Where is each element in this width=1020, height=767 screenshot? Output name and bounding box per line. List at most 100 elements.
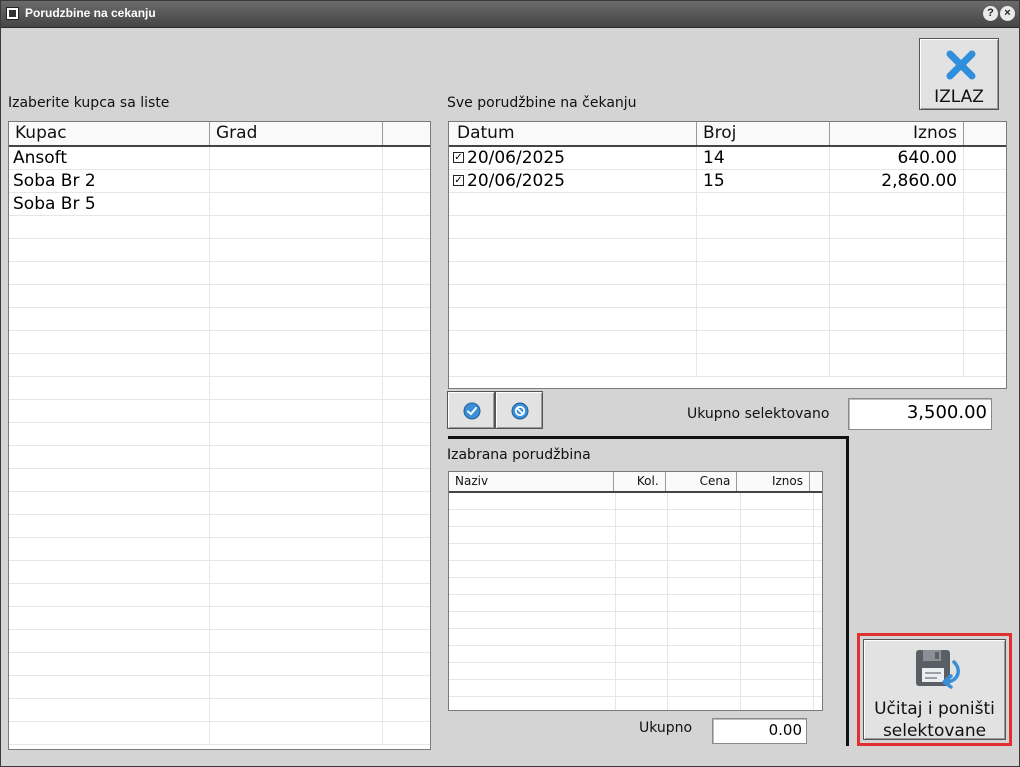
load-and-cancel-button[interactable]: Učitaj i poništi selektovane [863, 639, 1006, 742]
empty-cell [814, 561, 822, 577]
empty-cell [210, 308, 383, 330]
table-row[interactable]: ✓ 20/06/2025 14 640.00 [449, 147, 1006, 170]
table-row [449, 595, 822, 612]
table-row[interactable] [9, 492, 430, 515]
empty-cell [9, 607, 210, 629]
table-row[interactable]: ✓ 20/06/2025 15 2,860.00 [449, 170, 1006, 193]
table-row[interactable] [9, 607, 430, 630]
order-detail-grid[interactable]: Naziv Kol. Cena Iznos [448, 471, 823, 711]
empty-cell [830, 216, 964, 238]
table-row[interactable] [9, 354, 430, 377]
table-row[interactable] [9, 377, 430, 400]
table-row[interactable] [9, 515, 430, 538]
table-row[interactable] [9, 446, 430, 469]
empty-cell [697, 308, 830, 330]
empty-cell [668, 629, 741, 645]
table-row[interactable]: Ansoft [9, 147, 430, 170]
empty-cell [449, 544, 616, 560]
table-row[interactable] [449, 331, 1006, 354]
empty-cell [814, 629, 822, 645]
table-row[interactable] [449, 216, 1006, 239]
load-button-label: Učitaj i poništi selektovane [864, 698, 1005, 742]
empty-cell [964, 239, 1006, 261]
empty-cell [830, 239, 964, 261]
empty-cell [668, 510, 741, 526]
table-row[interactable] [449, 308, 1006, 331]
column-header-datum[interactable]: Datum [449, 122, 697, 145]
cell-datum: ✓ 20/06/2025 [449, 147, 697, 169]
table-row[interactable]: Soba Br 2 [9, 170, 430, 193]
column-header-naziv[interactable]: Naziv [449, 472, 614, 491]
column-header-spacer [383, 122, 430, 145]
column-header-cena[interactable]: Cena [666, 472, 738, 491]
column-header-iznos[interactable]: Iznos [830, 122, 964, 145]
table-row[interactable] [449, 285, 1006, 308]
table-row[interactable] [449, 239, 1006, 262]
row-checkbox[interactable]: ✓ [453, 175, 464, 186]
table-row[interactable] [9, 239, 430, 262]
empty-cell [616, 493, 669, 509]
table-row[interactable] [9, 423, 430, 446]
table-row[interactable] [9, 538, 430, 561]
exit-button[interactable]: IZLAZ [919, 38, 999, 110]
column-header-broj[interactable]: Broj [697, 122, 830, 145]
table-row[interactable] [9, 469, 430, 492]
customers-grid-rows: Ansoft Soba Br 2 Soba Br 5 [9, 147, 430, 745]
table-row[interactable] [9, 331, 430, 354]
empty-cell [616, 680, 669, 696]
table-row[interactable] [9, 630, 430, 653]
table-row[interactable] [449, 193, 1006, 216]
table-row[interactable] [9, 699, 430, 722]
table-row [449, 612, 822, 629]
cell-datum-text: 20/06/2025 [467, 171, 565, 191]
table-row[interactable] [449, 262, 1006, 285]
floppy-disk-icon [916, 650, 960, 689]
table-row[interactable]: Soba Br 5 [9, 193, 430, 216]
column-header-grad[interactable]: Grad [210, 122, 383, 145]
select-all-button[interactable] [447, 391, 495, 429]
table-row[interactable] [9, 400, 430, 423]
empty-cell [383, 630, 430, 652]
column-header-iznos[interactable]: Iznos [737, 472, 810, 491]
empty-cell [383, 446, 430, 468]
orders-grid-rows: ✓ 20/06/2025 14 640.00 ✓ 20/06/2025 15 2,860.00 [449, 147, 1006, 377]
empty-cell [9, 676, 210, 698]
table-row[interactable] [9, 653, 430, 676]
empty-cell [210, 446, 383, 468]
deselect-all-button[interactable] [495, 391, 543, 429]
table-row[interactable] [9, 722, 430, 745]
table-row[interactable] [9, 216, 430, 239]
table-row[interactable] [9, 262, 430, 285]
customers-grid[interactable]: Kupac Grad Ansoft Soba Br 2 Soba Br 5 [8, 121, 431, 750]
empty-cell [741, 680, 814, 696]
empty-cell [9, 262, 210, 284]
cell-iznos: 2,860.00 [830, 170, 964, 192]
column-header-kol[interactable]: Kol. [614, 472, 666, 491]
table-row[interactable] [9, 584, 430, 607]
empty-cell [741, 510, 814, 526]
table-row[interactable] [449, 354, 1006, 377]
window-title: Porudzbine na cekanju [25, 6, 156, 20]
app-icon [6, 7, 19, 20]
table-row[interactable] [9, 561, 430, 584]
empty-cell [668, 527, 741, 543]
empty-cell [668, 578, 741, 594]
empty-cell [697, 262, 830, 284]
empty-cell [383, 239, 430, 261]
empty-cell [814, 697, 822, 710]
help-button[interactable]: ? [983, 6, 998, 21]
empty-cell [964, 170, 1006, 192]
empty-cell [383, 400, 430, 422]
empty-cell [449, 561, 616, 577]
table-row [449, 561, 822, 578]
table-row[interactable] [9, 308, 430, 331]
empty-cell [814, 493, 822, 509]
table-row[interactable] [9, 676, 430, 699]
row-checkbox[interactable]: ✓ [453, 152, 464, 163]
column-header-kupac[interactable]: Kupac [9, 122, 210, 145]
close-button[interactable]: × [1000, 6, 1015, 21]
column-header-spacer [810, 472, 822, 491]
orders-grid[interactable]: Datum Broj Iznos ✓ 20/06/2025 14 640.00 ✓ 20/… [448, 121, 1007, 389]
table-row[interactable] [9, 285, 430, 308]
empty-cell [964, 216, 1006, 238]
